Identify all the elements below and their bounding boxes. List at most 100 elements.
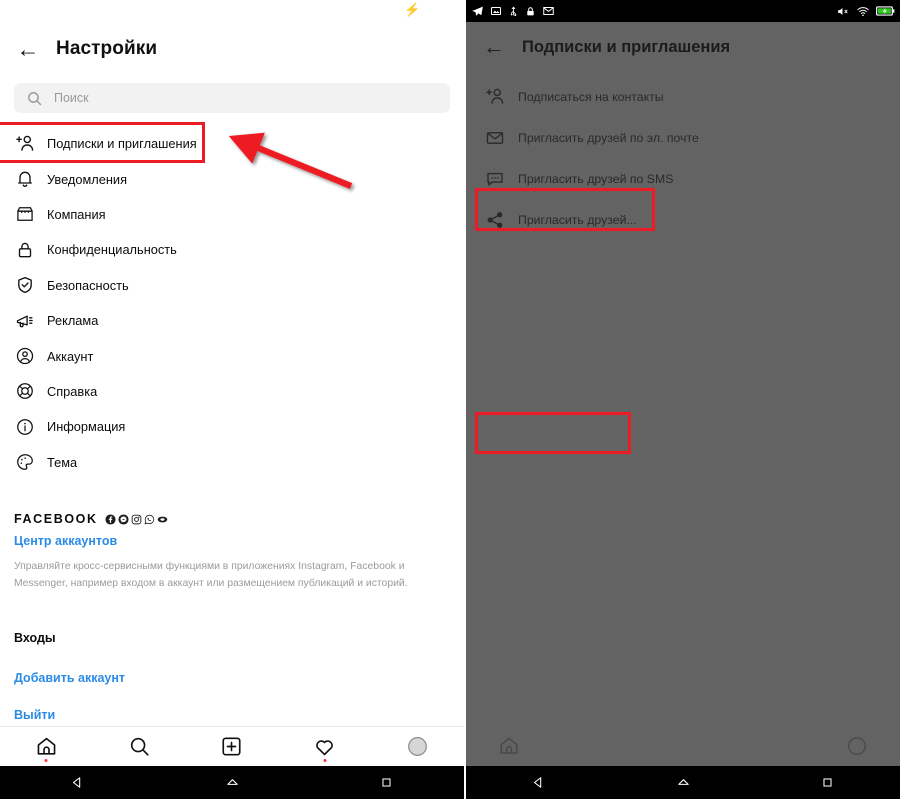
sidebar-item-info[interactable]: Информация: [0, 409, 464, 444]
back-triangle-icon[interactable]: [0, 775, 155, 790]
back-arrow-icon[interactable]: ←: [0, 37, 56, 61]
avatar-circle-icon[interactable]: [813, 735, 900, 757]
search-placeholder: Поиск: [54, 91, 89, 105]
tab-profile[interactable]: [371, 727, 464, 767]
facebook-heading: FACEBOOK: [14, 512, 98, 526]
home-icon[interactable]: [466, 735, 553, 757]
logins-heading: Входы: [14, 631, 56, 645]
recents-square-icon[interactable]: [755, 776, 900, 789]
shield-check-icon: [14, 274, 36, 296]
sidebar-item-subscriptions-and-invites[interactable]: Подписки и приглашения: [0, 126, 464, 161]
follow-person-icon: [14, 133, 36, 155]
sidebar-item-account[interactable]: Аккаунт: [0, 338, 464, 373]
left-tab-bar: [0, 726, 464, 766]
lock-icon: [14, 239, 36, 261]
bell-icon: [14, 168, 36, 190]
recents-square-icon[interactable]: [309, 776, 464, 789]
status-right-icons: [836, 5, 895, 18]
menu-item-invite-by-email[interactable]: Пригласить друзей по эл. почте: [466, 117, 900, 158]
search-input[interactable]: Поиск: [14, 83, 450, 113]
add-account-link[interactable]: Добавить аккаунт: [14, 671, 125, 685]
sidebar-item-label: Подписки и приглашения: [47, 136, 197, 152]
store-icon: [14, 203, 36, 225]
sidebar-item-notifications[interactable]: Уведомления: [0, 161, 464, 196]
page-title: Настройки: [56, 38, 158, 59]
facebook-icon: [105, 513, 116, 525]
back-triangle-icon[interactable]: [466, 775, 611, 790]
portal-icon: [157, 516, 167, 522]
left-android-navbar: [0, 766, 464, 799]
heart-icon: [316, 740, 334, 756]
menu-item-label: Пригласить друзей...: [518, 212, 637, 227]
menu-item-label: Пригласить друзей по SMS: [518, 171, 674, 186]
search-icon: [130, 737, 149, 756]
sidebar-item-label: Конфиденциальность: [47, 242, 177, 258]
instagram-icon: [131, 514, 141, 524]
sms-bubble-icon: [484, 168, 506, 190]
home-pentagon-icon[interactable]: [155, 775, 310, 790]
screenshot-icon: [491, 7, 501, 15]
lightning-bolt-icon: ⚡: [404, 2, 421, 17]
account-circle-icon: [14, 345, 36, 367]
activity-badge-dot: [323, 758, 327, 762]
left-status-bar: ⚡: [0, 0, 464, 24]
lifebuoy-icon: [14, 380, 36, 402]
envelope-icon: [484, 127, 506, 149]
usb-icon: [510, 5, 517, 16]
tab-search[interactable]: [93, 727, 186, 767]
telegram-icon: [472, 6, 483, 16]
search-icon: [26, 90, 43, 107]
megaphone-icon: [14, 310, 36, 332]
menu-item-label: Пригласить друзей по эл. почте: [518, 130, 699, 145]
left-phone-screen: ⚡ ← Настройки Поиск Подписки и приглашен…: [0, 0, 464, 799]
sidebar-item-label: Тема: [47, 454, 78, 470]
sidebar-item-ads[interactable]: Реклама: [0, 303, 464, 338]
right-header: ← Подписки и приглашения: [466, 22, 900, 72]
sidebar-item-security[interactable]: Безопасность: [0, 268, 464, 303]
page-title: Подписки и приглашения: [522, 37, 731, 56]
sidebar-item-theme[interactable]: Тема: [0, 445, 464, 480]
menu-item-follow-contacts[interactable]: Подписаться на контакты: [466, 76, 900, 117]
home-pentagon-icon[interactable]: [611, 775, 756, 790]
tab-create[interactable]: [186, 727, 279, 767]
avatar-circle-icon: [408, 737, 428, 756]
share-icon: [484, 209, 506, 231]
accounts-center-link[interactable]: Центр аккаунтов: [14, 534, 450, 548]
facebook-heading-row: FACEBOOK: [14, 512, 450, 526]
whatsapp-icon: [144, 514, 154, 524]
screenshot-root: ⚡ ← Настройки Поиск Подписки и приглашен…: [0, 0, 900, 799]
sidebar-item-label: Реклама: [47, 313, 99, 329]
wifi-icon: [857, 6, 869, 16]
sidebar-item-business[interactable]: Компания: [0, 197, 464, 232]
sidebar-item-privacy[interactable]: Конфиденциальность: [0, 232, 464, 267]
menu-item-label: Подписаться на контакты: [518, 89, 664, 104]
facebook-brand-icons: [105, 513, 168, 525]
invites-menu: Подписаться на контакты Пригласить друзе…: [466, 76, 900, 240]
info-circle-icon: [14, 416, 36, 438]
sidebar-item-label: Информация: [47, 419, 126, 435]
battery-charging-icon: [876, 6, 895, 16]
sidebar-item-help[interactable]: Справка: [0, 374, 464, 409]
settings-menu: Подписки и приглашения Уведомления Компа…: [0, 126, 464, 480]
facebook-section: FACEBOOK Центр аккаунтов Управляйте крос…: [14, 512, 450, 592]
mute-icon: [838, 7, 848, 15]
sidebar-item-label: Аккаунт: [47, 348, 94, 364]
sidebar-item-label: Справка: [47, 383, 98, 399]
right-status-bar: [466, 0, 900, 22]
back-arrow-icon[interactable]: ←: [466, 34, 522, 60]
home-icon: [37, 737, 56, 755]
logout-link[interactable]: Выйти: [14, 708, 55, 722]
right-phone-screen: ← Подписки и приглашения Подписаться на …: [466, 0, 900, 799]
lock-icon: [527, 6, 534, 15]
gmail-icon: [543, 7, 554, 15]
tab-activity[interactable]: [278, 727, 371, 767]
menu-item-invite-friends-share[interactable]: Пригласить друзей...: [466, 199, 900, 240]
tab-home[interactable]: [0, 727, 93, 767]
sidebar-item-label: Компания: [47, 206, 106, 222]
right-android-navbar: [466, 766, 900, 799]
follow-person-icon: [484, 86, 506, 108]
status-left-icons: [471, 5, 555, 18]
sidebar-item-label: Безопасность: [47, 277, 129, 293]
menu-item-invite-by-sms[interactable]: Пригласить друзей по SMS: [466, 158, 900, 199]
right-tab-bar: [466, 726, 900, 766]
